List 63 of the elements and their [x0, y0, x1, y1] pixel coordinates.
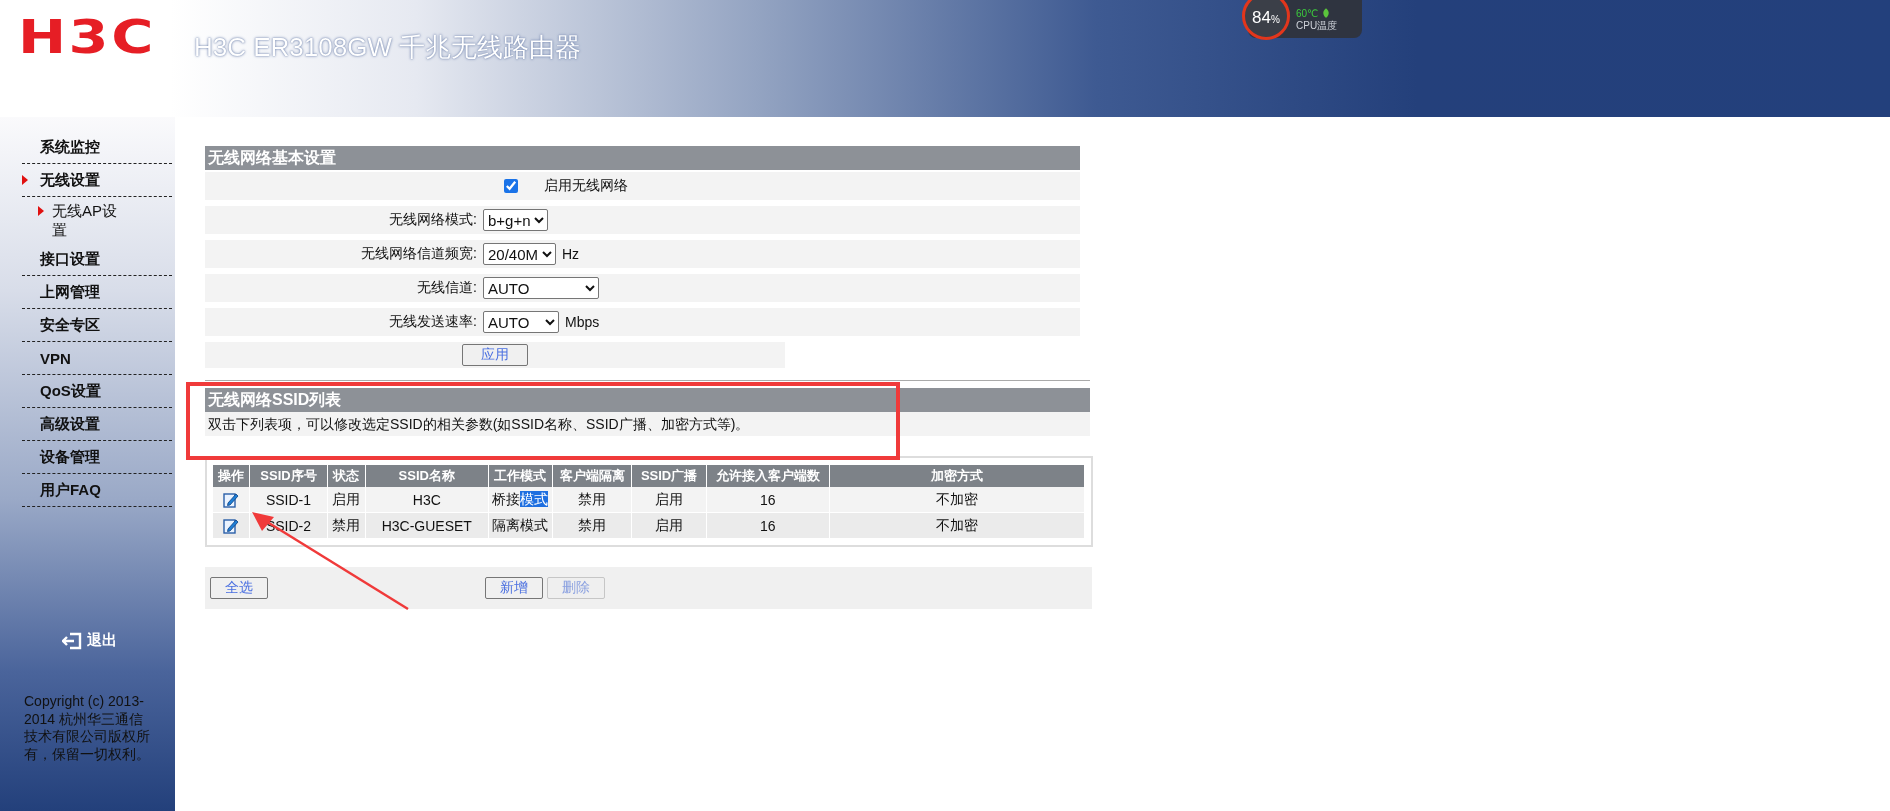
logout-button[interactable]: 退出	[62, 631, 117, 650]
triangle-icon	[22, 175, 28, 185]
menu-item[interactable]: 上网管理	[22, 276, 172, 309]
action-button[interactable]: 新增	[485, 577, 543, 599]
table-cell: 16	[706, 512, 830, 539]
table-cell: 隔离模式	[488, 512, 553, 539]
table-cell: 启用	[632, 512, 707, 539]
column-header: 状态	[327, 465, 366, 487]
menu-item[interactable]: 无线设置	[22, 164, 172, 197]
menu-item[interactable]: VPN	[22, 342, 172, 375]
copyright-text: Copyright (c) 2013-2014 杭州华三通信技术有限公司版权所有，保留一切权利。	[24, 693, 151, 763]
column-header: 加密方式	[829, 465, 1085, 487]
triangle-icon	[38, 206, 44, 216]
menu-item[interactable]: 接口设置	[22, 243, 172, 276]
field-label: 无线发送速率:	[388, 313, 478, 331]
unit-label: Mbps	[565, 314, 600, 330]
table-cell: 禁用	[552, 487, 632, 513]
table-cell: 不加密	[829, 487, 1085, 513]
column-header: 操作	[213, 465, 250, 487]
unit-label: Hz	[562, 246, 580, 262]
column-header: 允许接入客户端数	[706, 465, 830, 487]
table-cell: 16	[706, 487, 830, 513]
table-cell: 启用	[327, 487, 366, 513]
dropdown[interactable]: 20/40M	[483, 243, 556, 265]
cpu-usage: 84%	[1252, 8, 1280, 28]
dropdown[interactable]: b+g+n	[483, 209, 548, 231]
field-label: 无线网络信道频宽:	[360, 245, 478, 263]
submenu-item[interactable]: 无线AP设置	[22, 197, 149, 243]
dropdown[interactable]: AUTO	[483, 277, 599, 299]
dropdown[interactable]: AUTO	[483, 311, 559, 333]
column-header: SSID序号	[250, 465, 327, 487]
enable-checkbox[interactable]	[504, 179, 518, 193]
menu-item[interactable]: 设备管理	[22, 441, 172, 474]
table-cell: H3C	[365, 487, 488, 513]
product-title: H3C ER3108GW 千兆无线路由器	[194, 31, 582, 64]
field-label: 无线信道:	[416, 279, 478, 297]
edit-icon[interactable]	[223, 517, 240, 534]
table-cell: 启用	[632, 487, 707, 513]
cpu-temperature: 60℃	[1296, 7, 1319, 19]
hint-text: 双击下列表项，可以修改选定SSID的相关参数(如SSID名称、SSID广播、加密方式等)。	[205, 412, 1090, 436]
menu-item[interactable]: 用户FAQ	[22, 474, 172, 507]
column-header: 客户端隔离	[552, 465, 632, 487]
table-cell: 禁用	[552, 512, 632, 539]
menu-item[interactable]: 系统监控	[22, 131, 172, 164]
section-header: 无线网络基本设置	[205, 146, 1080, 170]
menu-item[interactable]: 高级设置	[22, 408, 172, 441]
logout-icon	[62, 631, 82, 650]
cpu-label: CPU温度	[1296, 18, 1339, 33]
apply-button[interactable]: 应用	[462, 344, 528, 366]
column-header: SSID名称	[365, 465, 488, 487]
column-header: 工作模式	[488, 465, 553, 487]
table-cell: 不加密	[829, 512, 1085, 539]
checkbox-label: 启用无线网络	[544, 177, 628, 195]
leaf-icon	[1322, 8, 1331, 18]
field-label: 无线网络模式:	[388, 211, 478, 229]
table-cell: SSID-1	[250, 487, 327, 513]
menu-item[interactable]: 安全专区	[22, 309, 172, 342]
action-button[interactable]: 全选	[210, 577, 268, 599]
table-cell: H3C-GUESET	[365, 512, 488, 539]
edit-icon[interactable]	[223, 491, 240, 508]
menu-item[interactable]: QoS设置	[22, 375, 172, 408]
section-header: 无线网络SSID列表	[205, 388, 1090, 412]
column-header: SSID广播	[632, 465, 707, 487]
